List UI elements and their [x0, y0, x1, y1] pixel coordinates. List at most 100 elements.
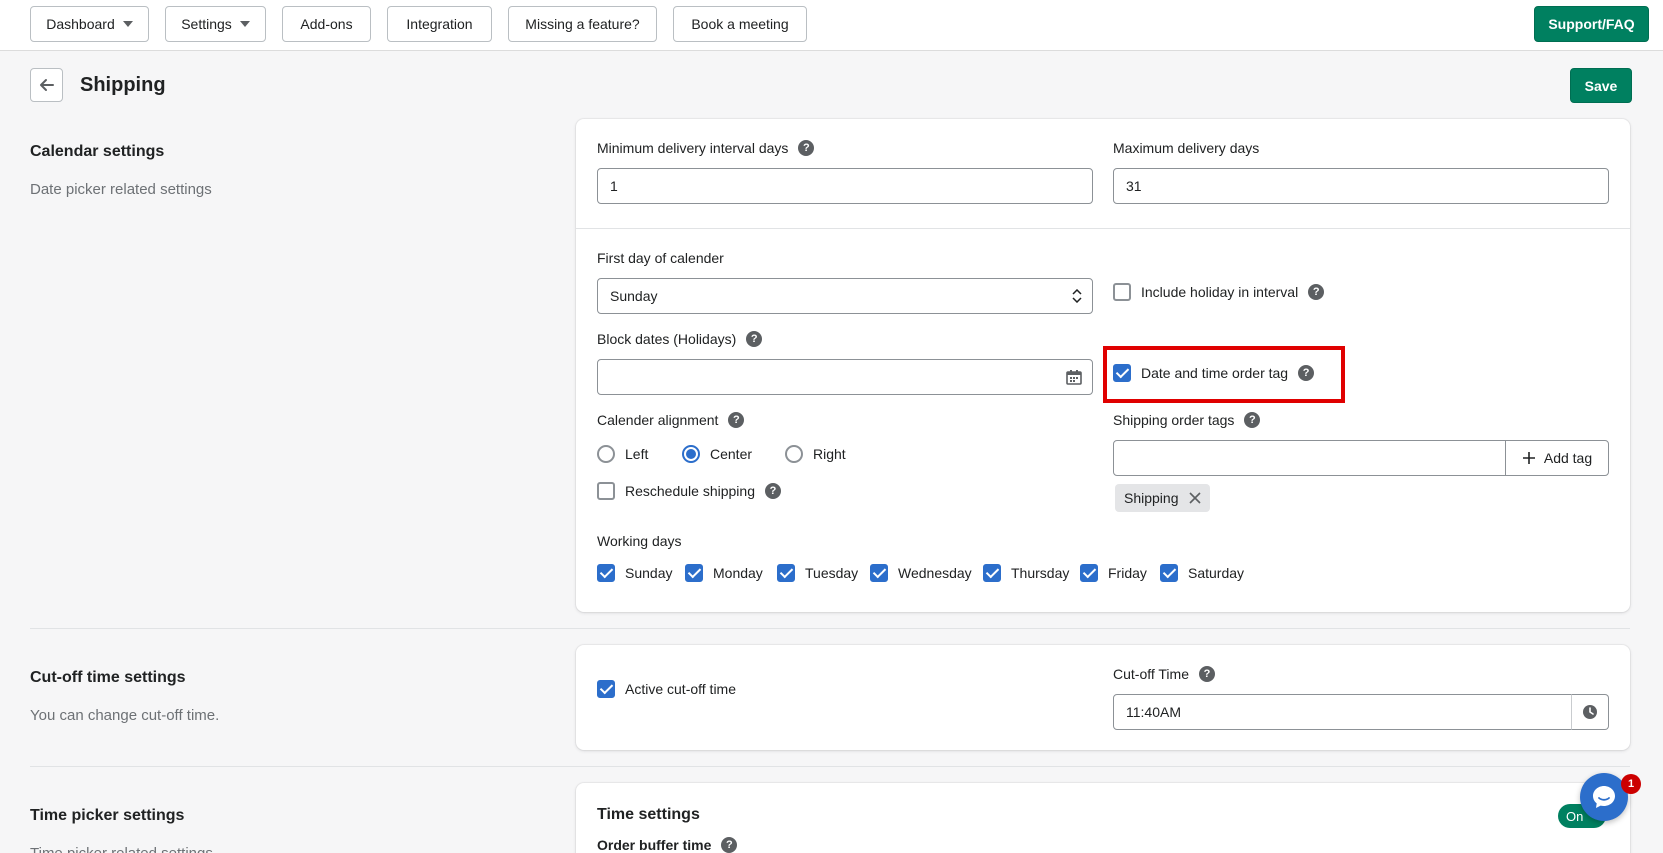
order-buffer-label: Order buffer time ?	[597, 837, 738, 853]
chat-bubble-icon	[1593, 786, 1615, 808]
max-days-label: Maximum delivery days	[1113, 140, 1259, 156]
help-icon[interactable]: ?	[764, 483, 781, 499]
calendar-settings-desc: Date picker related settings	[30, 181, 212, 198]
card-divider	[576, 228, 1630, 229]
first-day-label-text: First day of calender	[597, 250, 724, 266]
help-icon[interactable]: ?	[728, 412, 745, 428]
chat-notification-badge: 1	[1621, 774, 1641, 794]
alignment-left-radio[interactable]: Left	[597, 445, 648, 463]
block-dates-label-text: Block dates (Holidays)	[597, 331, 737, 347]
working-day-label: Saturday	[1188, 565, 1245, 581]
alignment-center-radio[interactable]: Center	[682, 445, 752, 463]
shipping-tags-label-text: Shipping order tags	[1113, 412, 1235, 428]
dashboard-menu-button[interactable]: Dashboard	[30, 6, 149, 42]
arrow-left-icon	[39, 79, 54, 91]
tag-chip: Shipping	[1115, 484, 1210, 512]
section-divider	[30, 766, 1630, 767]
time-settings-card-title-text: Time settings	[597, 806, 700, 823]
page-title: Shipping	[80, 74, 166, 96]
clock-button[interactable]	[1571, 694, 1609, 730]
help-icon[interactable]: ?	[1199, 666, 1215, 682]
checkbox-checked[interactable]	[597, 680, 615, 698]
reschedule-label: Reschedule shipping	[625, 483, 755, 499]
first-day-label: First day of calender	[597, 250, 724, 266]
reschedule-checkbox[interactable]: Reschedule shipping ?	[597, 482, 781, 500]
integration-button[interactable]: Integration	[387, 6, 492, 42]
max-days-label-text: Maximum delivery days	[1113, 140, 1260, 156]
radio-selected[interactable]	[682, 445, 700, 463]
add-tag-button[interactable]: Add tag	[1505, 440, 1609, 476]
alignment-right-radio[interactable]: Right	[785, 445, 846, 463]
close-icon[interactable]	[1188, 492, 1201, 504]
shipping-tags-label: Shipping order tags ?	[1113, 412, 1261, 428]
working-days-label: Working days	[597, 533, 682, 549]
checkbox-checked[interactable]	[870, 564, 888, 582]
working-day-checkbox[interactable]: Tuesday	[777, 564, 858, 582]
cutoff-time-label: Cut-off Time ?	[1113, 666, 1215, 682]
working-day-label: Monday	[713, 565, 763, 581]
help-icon[interactable]: ?	[1298, 365, 1315, 381]
working-day-checkbox[interactable]: Saturday	[1160, 564, 1244, 582]
settings-menu-button[interactable]: Settings	[165, 6, 266, 42]
working-days-label-text: Working days	[597, 533, 682, 549]
shipping-tags-input[interactable]	[1113, 440, 1506, 476]
checkbox-checked[interactable]	[685, 564, 703, 582]
help-icon[interactable]: ?	[746, 331, 763, 347]
working-day-checkbox[interactable]: Friday	[1080, 564, 1147, 582]
cutoff-time-input[interactable]: 11:40AM	[1113, 694, 1572, 730]
checkbox-checked[interactable]	[597, 564, 615, 582]
help-icon[interactable]: ?	[721, 837, 738, 853]
active-cutoff-label: Active cut-off time	[625, 681, 737, 697]
calendar-icon[interactable]	[1066, 369, 1082, 385]
alignment-right-label: Right	[813, 446, 846, 462]
caret-down-icon	[239, 21, 250, 27]
help-icon[interactable]: ?	[1308, 284, 1325, 300]
working-day-label: Tuesday	[805, 565, 859, 581]
checkbox-checked[interactable]	[1113, 364, 1131, 382]
checkbox-checked[interactable]	[777, 564, 795, 582]
alignment-left-label: Left	[625, 446, 649, 462]
active-cutoff-checkbox[interactable]: Active cut-off time	[597, 680, 736, 698]
max-days-input[interactable]: 31	[1113, 168, 1609, 204]
working-day-checkbox[interactable]: Thursday	[983, 564, 1069, 582]
section-divider	[30, 628, 1630, 629]
caret-down-icon	[122, 21, 133, 27]
radio-unselected[interactable]	[785, 445, 803, 463]
date-time-tag-label: Date and time order tag	[1141, 365, 1289, 381]
checkbox-checked[interactable]	[983, 564, 1001, 582]
checkbox-checked[interactable]	[1080, 564, 1098, 582]
dashboard-label: Dashboard	[46, 16, 115, 32]
working-day-label: Sunday	[625, 565, 673, 581]
block-dates-input[interactable]	[597, 359, 1093, 395]
checkbox-unchecked[interactable]	[1113, 283, 1131, 301]
settings-label: Settings	[181, 16, 232, 32]
working-day-checkbox[interactable]: Wednesday	[870, 564, 972, 582]
order-buffer-label-text: Order buffer time	[597, 837, 712, 853]
radio-unselected[interactable]	[597, 445, 615, 463]
timepicker-settings-desc: Time picker related settings	[30, 845, 213, 853]
book-meeting-button[interactable]: Book a meeting	[673, 6, 807, 42]
include-holiday-checkbox[interactable]: Include holiday in interval ?	[1113, 283, 1325, 301]
back-button[interactable]	[30, 68, 63, 102]
help-icon[interactable]: ?	[798, 140, 815, 156]
date-time-tag-checkbox[interactable]: Date and time order tag ?	[1113, 364, 1315, 382]
add-tag-label: Add tag	[1543, 450, 1593, 466]
working-day-checkbox[interactable]: Monday	[685, 564, 763, 582]
working-day-checkbox[interactable]: Sunday	[597, 564, 672, 582]
min-interval-label-text: Minimum delivery interval days	[597, 140, 789, 156]
addons-button[interactable]: Add-ons	[282, 6, 371, 42]
save-button[interactable]: Save	[1570, 68, 1632, 103]
block-dates-label: Block dates (Holidays) ?	[597, 331, 763, 347]
tag-chip-label: Shipping	[1124, 490, 1179, 506]
support-faq-button[interactable]: Support/FAQ	[1534, 6, 1649, 42]
checkbox-unchecked[interactable]	[597, 482, 615, 500]
help-icon[interactable]: ?	[1244, 412, 1261, 428]
time-settings-card-title: Time settings	[597, 806, 700, 824]
checkbox-checked[interactable]	[1160, 564, 1178, 582]
min-interval-input[interactable]: 1	[597, 168, 1093, 204]
cutoff-settings-title: Cut-off time settings	[30, 669, 186, 686]
clock-icon	[1583, 705, 1597, 719]
missing-feature-button[interactable]: Missing a feature?	[508, 6, 657, 42]
first-day-select[interactable]: Sunday	[597, 278, 1093, 314]
min-interval-label: Minimum delivery interval days ?	[597, 140, 815, 156]
